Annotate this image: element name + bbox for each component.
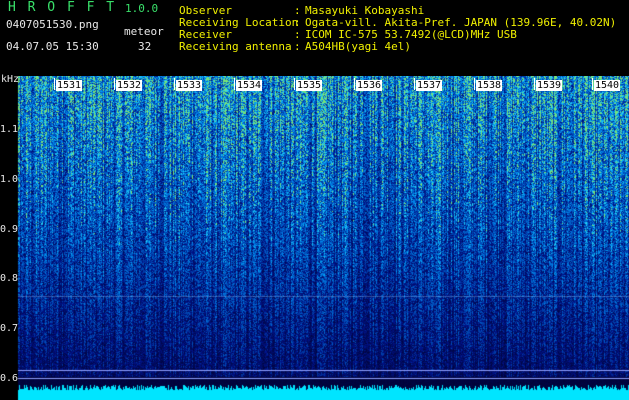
antenna-value: A504HB(yagi 4el) xyxy=(305,40,411,53)
x-tick-mark xyxy=(174,78,175,90)
x-tick-mark xyxy=(474,78,475,90)
y-tick: 0.8 xyxy=(0,273,19,284)
app-version: 1.0.0 xyxy=(125,2,159,15)
x-tick-mark xyxy=(294,78,295,90)
x-tick-mark xyxy=(592,78,593,90)
x-tick-mark xyxy=(234,78,235,90)
y-unit-label: kHz xyxy=(1,74,20,85)
x-tick-mark xyxy=(414,78,415,90)
x-tick-label: 1537 xyxy=(416,80,443,91)
x-tick-mark xyxy=(354,78,355,90)
antenna-colon: : xyxy=(294,40,301,53)
y-tick: 0.9 xyxy=(0,224,19,235)
x-tick-label: 1532 xyxy=(116,80,143,91)
y-tick: 1.1 xyxy=(0,124,19,135)
y-tick: 1.0 xyxy=(0,174,19,185)
x-tick-mark xyxy=(54,78,55,90)
y-tick: 0.7 xyxy=(0,323,19,334)
capture-filename: 0407051530.png xyxy=(6,18,99,31)
x-tick-label: 1538 xyxy=(476,80,503,91)
x-tick-label: 1535 xyxy=(296,80,323,91)
x-tick-label: 1533 xyxy=(176,80,203,91)
x-tick-label: 1531 xyxy=(56,80,83,91)
antenna-label: Receiving antenna xyxy=(179,40,292,53)
capture-datetime: 04.07.05 15:30 xyxy=(6,40,99,53)
x-tick-label: 1536 xyxy=(356,80,383,91)
x-tick-label: 1540 xyxy=(594,80,621,91)
x-tick-mark xyxy=(114,78,115,90)
x-tick-label: 1539 xyxy=(536,80,563,91)
x-tick-label: 1534 xyxy=(236,80,263,91)
y-tick: 0.6 xyxy=(0,373,19,384)
x-tick-mark xyxy=(534,78,535,90)
meteor-label: meteor xyxy=(124,25,164,38)
spectrogram-canvas xyxy=(0,76,629,400)
app-title: H R O F F T xyxy=(8,0,117,15)
meteor-count: 32 xyxy=(138,40,152,53)
